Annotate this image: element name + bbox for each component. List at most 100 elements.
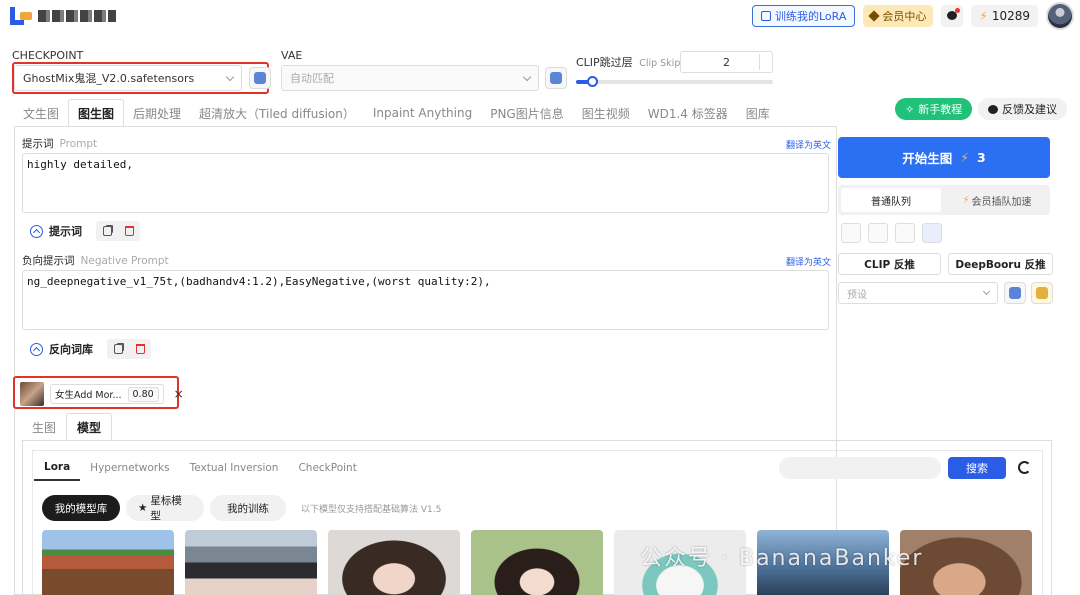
avatar[interactable] (1046, 2, 1074, 30)
negative-library-label[interactable]: 反向词库 (49, 341, 93, 357)
model-type-tabs: Lora Hypernetworks Textual Inversion Che… (34, 455, 367, 481)
search-button[interactable]: 搜索 (948, 457, 1006, 479)
subtab-generate[interactable]: 生图 (22, 413, 66, 441)
starred-label: 星标模型 (150, 495, 182, 522)
feedback-button[interactable]: 反馈及建议 (978, 98, 1067, 120)
tab-gallery[interactable]: 图库 (737, 99, 779, 127)
logo[interactable] (10, 6, 116, 26)
tab-png-info[interactable]: PNG图片信息 (481, 99, 573, 127)
generate-label: 开始生图 (902, 151, 953, 166)
vae-refresh-button[interactable] (545, 67, 567, 89)
copy-icon[interactable] (102, 226, 112, 236)
collapse-up-icon[interactable] (30, 342, 43, 356)
diamond-icon (868, 10, 881, 22)
train-icon (760, 11, 771, 21)
clip-reverse-button[interactable]: CLIP 反推 (838, 253, 941, 275)
model-card-image[interactable] (471, 530, 603, 595)
chat-icon (988, 104, 998, 114)
clip-skip-value: 2 (723, 55, 730, 69)
model-card-image[interactable] (185, 530, 317, 595)
member-center-button[interactable]: 会员中心 (863, 5, 934, 27)
tab-tiled-diffusion[interactable]: 超清放大（Tiled diffusion） (190, 99, 364, 127)
subtab-model[interactable]: 模型 (66, 413, 113, 441)
deepbooru-reverse-button[interactable]: DeepBooru 反推 (948, 253, 1053, 275)
checkpoint-refresh-button[interactable] (249, 67, 271, 89)
negative-prompt-label: 负向提示词 Negative Prompt (22, 253, 169, 268)
model-search-input[interactable] (779, 457, 941, 479)
tutorial-button[interactable]: ✧ 新手教程 (895, 98, 973, 120)
model-hint: 以下模型仅支持搭配基础算法 V1.5 (301, 505, 442, 515)
close-icon[interactable]: × (174, 387, 184, 401)
clip-skip-slider[interactable] (576, 76, 773, 87)
my-library-button[interactable]: 我的模型库 (42, 495, 120, 521)
trash-icon[interactable] (868, 223, 888, 243)
trash-icon[interactable] (124, 226, 134, 236)
queue-normal-button[interactable]: 普通队列 (841, 188, 941, 212)
preset-edit-button[interactable] (1031, 282, 1053, 304)
feedback-label: 反馈及建议 (1002, 103, 1057, 116)
refresh-icon (550, 72, 562, 84)
queue-vip-button[interactable]: ⚡ 会员插队加速 (947, 188, 1047, 212)
mtab-checkpoint[interactable]: CheckPoint (288, 455, 366, 481)
chevron-down-icon (522, 72, 532, 82)
starred-models-button[interactable]: ★ 星标模型 (126, 495, 204, 522)
lora-name: 女生Add Mor... (55, 390, 122, 401)
lightning-icon: ⚡ (962, 194, 970, 206)
train-lora-label: 训练我的LoRA (774, 10, 847, 23)
mtab-lora[interactable]: Lora (34, 455, 81, 481)
model-card-image[interactable] (42, 530, 174, 595)
lora-weight[interactable]: 0.80 (127, 386, 159, 402)
my-training-button[interactable]: 我的训练 (210, 495, 286, 521)
message-icon[interactable] (941, 5, 964, 27)
refresh-icon[interactable] (1018, 461, 1031, 474)
tab-inpaint-anything[interactable]: Inpaint Anything (364, 99, 481, 127)
trash-icon[interactable] (135, 344, 145, 354)
vae-select[interactable]: 自动匹配 (281, 65, 539, 91)
logo-mark-icon (10, 7, 32, 25)
member-center-label: 会员中心 (882, 10, 927, 23)
preset-select[interactable]: 预设 (838, 282, 998, 304)
negative-prompt-textarea[interactable]: ng_deepnegative_v1_75t,(badhandv4:1.2),E… (22, 270, 829, 330)
vae-placeholder: 自动匹配 (290, 72, 334, 85)
generate-button[interactable]: 开始生图 ⚡ 3 (838, 137, 1050, 178)
clip-label-text: CLIP跳过层 (576, 56, 633, 69)
lora-thumbnail (20, 382, 44, 406)
lora-chip: 女生Add Mor... 0.80 × (20, 381, 184, 407)
prompt-translate-link[interactable]: 翻译为英文 (786, 138, 831, 151)
vae-label: VAE (281, 49, 303, 62)
arrow-icon[interactable] (841, 223, 861, 243)
prompt-actions (96, 221, 140, 241)
prompt-library-label[interactable]: 提示词 (49, 223, 82, 239)
negative-toolbar: 反向词库 (30, 339, 151, 359)
model-card-image[interactable] (328, 530, 460, 595)
train-lora-button[interactable]: 训练我的LoRA (751, 5, 856, 27)
undo-icon[interactable] (922, 223, 942, 243)
prompt-textarea[interactable]: highly detailed, (22, 153, 829, 213)
copy-icon[interactable] (113, 344, 123, 354)
lightning-icon: ⚡ (979, 9, 988, 23)
credits-value: 10289 (991, 9, 1030, 23)
mtab-textual-inversion[interactable]: Textual Inversion (180, 455, 289, 481)
clip-skip-input[interactable]: 2 (680, 51, 773, 73)
clip-slider-handle[interactable] (586, 76, 598, 87)
prompt-label: 提示词 Prompt (22, 136, 97, 151)
tab-img2video[interactable]: 图生视频 (573, 99, 639, 127)
stepper-arrows-icon[interactable] (759, 54, 769, 70)
tutorial-label: 新手教程 (918, 103, 963, 116)
tab-extras[interactable]: 后期处理 (124, 99, 190, 127)
prompt-toolbar: 提示词 (30, 221, 140, 241)
tab-txt2img[interactable]: 文生图 (14, 99, 68, 127)
refresh-icon (254, 72, 266, 84)
lightning-icon: ⚡ (960, 150, 970, 165)
clip-label: CLIP跳过层 Clip Skip (576, 54, 680, 70)
preset-refresh-button[interactable] (1004, 282, 1026, 304)
note-icon[interactable] (895, 223, 915, 243)
mtab-hypernetworks[interactable]: Hypernetworks (80, 455, 179, 481)
credits-badge[interactable]: ⚡ 10289 (971, 5, 1038, 27)
lora-chip-box[interactable]: 女生Add Mor... 0.80 (50, 384, 164, 404)
top-right-actions: 训练我的LoRA 会员中心 ⚡ 10289 (751, 1, 1074, 31)
collapse-up-icon[interactable] (30, 224, 43, 238)
tab-wd14-tagger[interactable]: WD1.4 标签器 (639, 99, 737, 127)
tab-img2img[interactable]: 图生图 (68, 99, 125, 127)
negative-translate-link[interactable]: 翻译为英文 (786, 255, 831, 268)
